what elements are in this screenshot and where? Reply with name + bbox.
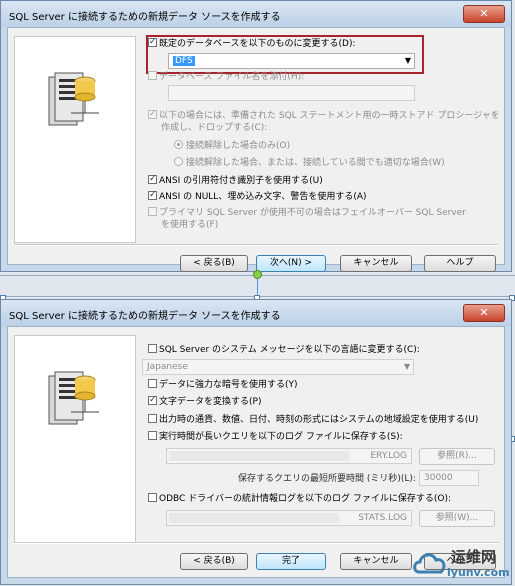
database-server-icon — [48, 72, 99, 126]
long-query-time-label: 保存するクエリの最短所要時間 (ミリ秒)(L): — [238, 474, 416, 484]
radio-disconnect-or-connected[interactable]: 接続解除した場合、または、接続している間でも適切な場合(W) — [174, 157, 445, 169]
watermark-logo: 运维网 iyunv.com — [411, 544, 511, 584]
attach-db-file-input[interactable] — [168, 85, 415, 101]
back-button[interactable]: < 戻る(B) — [180, 255, 248, 272]
temp-procs-checkbox[interactable] — [148, 108, 157, 120]
radio-button[interactable] — [174, 140, 183, 149]
radio-label: 接続解除した場合、または、接続している間でも適切な場合(W) — [186, 158, 445, 168]
radio-label: 接続解除した場合のみ(O) — [186, 141, 291, 151]
attach-db-file-row[interactable]: データベース ファイル名を添付(H): — [148, 71, 304, 83]
ansi-quoted-row[interactable]: ANSI の引用符付き識別子を使用する(U) — [148, 173, 323, 187]
odbc-stats-label: ODBC ドライバーの統計情報ログを以下のログ ファイルに保存する(O): — [159, 494, 451, 504]
close-icon[interactable]: ✕ — [463, 304, 505, 322]
redacted-path — [169, 513, 339, 523]
watermark-url: iyunv.com — [447, 566, 510, 579]
rotate-handle-icon[interactable] — [253, 270, 262, 279]
temp-procs-label-line2: 作成し、ドロップする(C): — [161, 123, 268, 133]
chevron-down-icon[interactable]: ▼ — [405, 56, 411, 65]
change-default-db-checkbox[interactable] — [148, 36, 157, 48]
redacted-path — [169, 451, 349, 461]
regional-settings-label: 出力時の通貨、数値、日付、時刻の形式にはシステムの地域設定を使用する(U) — [159, 415, 479, 425]
title-bar: SQL Server に接続するための新規データ ソースを作成する ✕ — [1, 1, 511, 27]
strong-encryption-label: データに強力な暗号を使用する(Y) — [159, 380, 298, 390]
wizard-graphic-panel — [14, 36, 136, 243]
separator — [14, 244, 498, 246]
cancel-button[interactable]: キャンセル — [340, 553, 412, 570]
stats-file-suffix: STATS.LOG — [358, 513, 407, 523]
next-button[interactable]: 次へ(N) > — [256, 255, 326, 272]
regional-settings-row[interactable]: 出力時の通貨、数値、日付、時刻の形式にはシステムの地域設定を使用する(U) — [148, 414, 478, 426]
long-query-row[interactable]: 実行時間が長いクエリを以下のログ ファイルに保存する(S): — [148, 431, 403, 443]
temp-procs-row[interactable]: 以下の場合には、準備された SQL ステートメント用の一時ストアド プロシージャ… — [148, 108, 500, 122]
strong-encryption-checkbox[interactable] — [148, 379, 157, 388]
chevron-down-icon[interactable]: ▼ — [404, 362, 410, 371]
long-query-file-input[interactable]: ERY.LOG — [166, 448, 412, 464]
watermark-text: 运维网 — [451, 548, 497, 566]
failover-label: プライマリ SQL Server が使用不可の場合はフェイルオーバー SQL S… — [159, 208, 466, 218]
attach-db-file-label: データベース ファイル名を添付(H): — [159, 72, 305, 82]
window-title: SQL Server に接続するための新規データ ソースを作成する — [9, 12, 281, 23]
ansi-nulls-label: ANSI の NULL、埋め込み文字、警告を使用する(A) — [159, 192, 367, 202]
translate-char-label: 文字データを変換する(P) — [159, 397, 262, 407]
close-icon[interactable]: ✕ — [463, 5, 505, 23]
temp-procs-label: 以下の場合には、準備された SQL ステートメント用の一時ストアド プロシージャ… — [159, 111, 500, 121]
language-select[interactable]: Japanese ▼ — [142, 359, 414, 375]
long-query-file-suffix: ERY.LOG — [370, 451, 407, 461]
ansi-nulls-checkbox[interactable] — [148, 189, 157, 201]
language-value: Japanese — [147, 362, 188, 372]
odbc-dialog-2: SQL Server に接続するための新規データ ソースを作成する ✕ SQL … — [0, 299, 512, 585]
odbc-dialog-1: SQL Server に接続するための新規データ ソースを作成する ✕ 既定のデ… — [0, 0, 512, 272]
translate-char-row[interactable]: 文字データを変換する(P) — [148, 394, 262, 408]
dialog-client: 既定のデータベースを以下のものに変更する(D): DFS ▼ データベース ファ… — [7, 27, 505, 272]
regional-settings-checkbox[interactable] — [148, 414, 157, 423]
odbc-stats-checkbox[interactable] — [148, 493, 157, 502]
failover-row[interactable]: プライマリ SQL Server が使用不可の場合はフェイルオーバー SQL S… — [148, 207, 466, 219]
change-language-checkbox[interactable] — [148, 344, 157, 353]
radio-button[interactable] — [174, 157, 183, 166]
long-query-time-input[interactable]: 30000 — [419, 470, 479, 486]
cancel-button[interactable]: キャンセル — [340, 255, 412, 272]
stats-file-input[interactable]: STATS.LOG — [166, 510, 412, 526]
help-button[interactable]: ヘルプ — [424, 255, 496, 272]
failover-checkbox[interactable] — [148, 207, 157, 216]
long-query-checkbox[interactable] — [148, 431, 157, 440]
cloud-logo-icon — [413, 553, 446, 574]
wizard-graphic-panel — [14, 335, 136, 543]
change-language-row[interactable]: SQL Server のシステム メッセージを以下の言語に変更する(C): — [148, 344, 420, 356]
finish-button[interactable]: 完了 — [256, 553, 326, 570]
odbc-stats-row[interactable]: ODBC ドライバーの統計情報ログを以下のログ ファイルに保存する(O): — [148, 493, 451, 505]
change-language-label: SQL Server のシステム メッセージを以下の言語に変更する(C): — [159, 345, 420, 355]
browse-stats-log-button[interactable]: 参照(W)... — [419, 510, 495, 527]
change-default-db-label: 既定のデータベースを以下のものに変更する(D): — [159, 39, 356, 49]
browse-query-log-button[interactable]: 参照(R)... — [419, 448, 495, 465]
failover-label-line2: を使用する(F) — [161, 220, 219, 230]
ansi-nulls-row[interactable]: ANSI の NULL、埋め込み文字、警告を使用する(A) — [148, 189, 367, 203]
dialog-client: SQL Server のシステム メッセージを以下の言語に変更する(C): Ja… — [7, 326, 505, 578]
strong-encryption-row[interactable]: データに強力な暗号を使用する(Y) — [148, 379, 298, 391]
ansi-quoted-label: ANSI の引用符付き識別子を使用する(U) — [159, 176, 323, 186]
long-query-label: 実行時間が長いクエリを以下のログ ファイルに保存する(S): — [159, 432, 403, 442]
default-db-value: DFS — [173, 56, 195, 66]
back-button[interactable]: < 戻る(B) — [180, 553, 248, 570]
long-query-time-value: 30000 — [424, 473, 453, 483]
translate-char-checkbox[interactable] — [148, 394, 157, 406]
default-db-select[interactable]: DFS ▼ — [168, 53, 415, 69]
title-bar: SQL Server に接続するための新規データ ソースを作成する ✕ — [1, 300, 511, 326]
attach-db-file-checkbox[interactable] — [148, 71, 157, 80]
ansi-quoted-checkbox[interactable] — [148, 173, 157, 185]
radio-disconnect-only[interactable]: 接続解除した場合のみ(O) — [174, 140, 290, 152]
database-server-icon — [48, 371, 99, 425]
change-default-db-row[interactable]: 既定のデータベースを以下のものに変更する(D): — [148, 36, 356, 50]
window-title: SQL Server に接続するための新規データ ソースを作成する — [9, 311, 281, 322]
